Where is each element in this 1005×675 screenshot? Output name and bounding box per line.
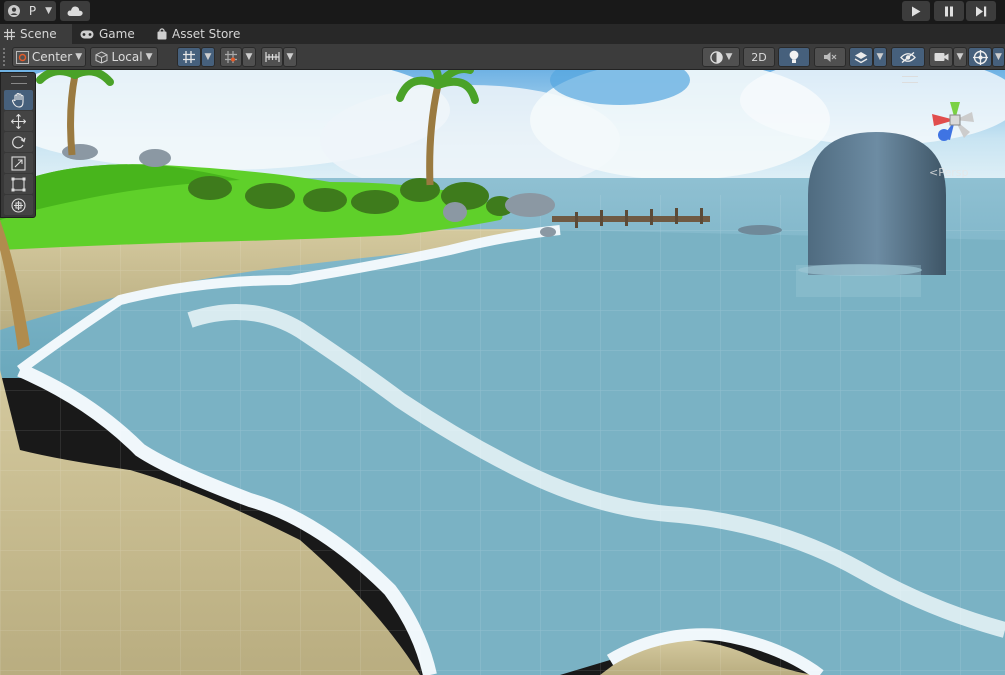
transform-icon — [11, 197, 26, 213]
draw-mode-dropdown[interactable]: ▼ — [702, 47, 740, 67]
tools-overlay — [0, 72, 36, 218]
step-icon — [976, 6, 987, 16]
tab-asset-store[interactable]: Asset Store — [157, 24, 240, 44]
rect-icon — [11, 177, 26, 191]
back-arrow-icon: < — [929, 166, 939, 179]
step-button[interactable] — [966, 1, 996, 21]
bag-icon — [157, 28, 167, 40]
shading-sphere-icon — [709, 50, 723, 64]
play-icon — [912, 6, 921, 16]
gamepad-icon — [80, 30, 94, 38]
scene-visibility-button[interactable] — [891, 47, 925, 67]
scene-viewport[interactable]: <Persp — [0, 70, 1005, 675]
tab-scene[interactable]: Scene — [0, 24, 72, 44]
chevron-down-icon: ▼ — [956, 52, 964, 62]
tools-overlay-grip[interactable] — [11, 76, 27, 84]
local-cube-icon — [95, 50, 108, 64]
move-tool-button[interactable] — [4, 111, 33, 131]
chevron-down-icon: ▼ — [725, 52, 733, 62]
align-tools-button[interactable] — [261, 47, 283, 67]
account-label: P — [28, 4, 37, 18]
chevron-down-icon: ▼ — [876, 52, 884, 62]
tab-game-label: Game — [99, 27, 135, 41]
tab-game[interactable]: Game — [80, 24, 135, 44]
layers-icon — [854, 51, 868, 63]
tab-asset-store-label: Asset Store — [172, 27, 241, 41]
scene-toolbar: Center ▼ Local ▼ ▼ ▼ ▼ ▼ 2D ▼ ▼ ▼ — [0, 44, 1005, 70]
tab-scene-label: Scene — [20, 27, 57, 41]
grid-icon — [4, 28, 15, 40]
chevron-down-icon: ▼ — [145, 52, 153, 62]
effects-dropdown[interactable]: ▼ — [873, 47, 887, 67]
account-dropdown[interactable]: P ▼ — [4, 1, 56, 21]
toolbar-grip[interactable] — [3, 48, 9, 66]
toggle-2d-button[interactable]: 2D — [743, 47, 775, 67]
transform-tool-button[interactable] — [4, 195, 33, 215]
camera-icon — [934, 53, 948, 61]
camera-settings-button[interactable] — [929, 47, 953, 67]
tab-bar: Scene Game Asset Store — [0, 24, 1005, 44]
view-options-menu-icon[interactable] — [902, 76, 918, 83]
hand-icon — [11, 92, 24, 108]
cloud-button[interactable] — [60, 1, 90, 21]
pause-button[interactable] — [934, 1, 964, 21]
scene-lighting-button[interactable] — [778, 47, 810, 67]
toggle-2d-label: 2D — [751, 50, 767, 64]
scale-tool-button[interactable] — [4, 153, 33, 173]
pivot-mode-label: Center — [31, 50, 73, 64]
top-bar: P ▼ — [0, 0, 1005, 24]
pivot-center-icon — [15, 50, 29, 64]
account-icon — [8, 5, 20, 17]
increment-snap-button[interactable] — [220, 47, 242, 67]
orientation-gizmo[interactable] — [922, 92, 992, 162]
chevron-down-icon: ▼ — [45, 6, 52, 16]
audio-toggle-button[interactable] — [814, 47, 846, 67]
rotate-icon — [12, 135, 26, 148]
gizmos-button[interactable] — [968, 47, 992, 67]
rotate-tool-button[interactable] — [4, 132, 33, 152]
chevron-down-icon: ▼ — [286, 52, 294, 62]
grid-snapping-dropdown[interactable]: ▼ — [201, 47, 215, 67]
eye-hidden-icon — [900, 51, 916, 63]
align-tools-dropdown[interactable]: ▼ — [283, 47, 297, 67]
grid-snap-icon — [183, 51, 195, 63]
pivot-rotation-dropdown[interactable]: Local ▼ — [90, 47, 158, 67]
chevron-down-icon: ▼ — [245, 52, 253, 62]
projection-label-text: Persp — [938, 166, 969, 179]
cloud-icon — [67, 6, 83, 16]
move-icon — [11, 113, 26, 129]
lightbulb-icon — [789, 50, 799, 63]
scene-render — [0, 70, 1005, 675]
increment-snap-dropdown[interactable]: ▼ — [242, 47, 256, 67]
chevron-down-icon: ▼ — [204, 52, 212, 62]
scale-icon — [11, 155, 26, 171]
ruler-icon — [264, 52, 280, 62]
pause-icon — [945, 6, 953, 16]
increment-snap-icon — [225, 51, 237, 63]
gizmos-dropdown[interactable]: ▼ — [992, 47, 1005, 67]
camera-settings-dropdown[interactable]: ▼ — [953, 47, 967, 67]
gizmo-globe-icon — [972, 49, 988, 65]
grid-snapping-button[interactable] — [177, 47, 201, 67]
chevron-down-icon: ▼ — [995, 52, 1002, 62]
chevron-down-icon: ▼ — [75, 52, 83, 62]
rect-tool-button[interactable] — [4, 174, 33, 194]
audio-mute-icon — [824, 52, 837, 62]
pivot-mode-dropdown[interactable]: Center ▼ — [12, 47, 86, 67]
projection-label[interactable]: <Persp — [929, 166, 968, 179]
hand-tool-button[interactable] — [4, 90, 33, 110]
pivot-rotation-label: Local — [111, 50, 143, 64]
effects-button[interactable] — [849, 47, 873, 67]
play-button[interactable] — [902, 1, 930, 21]
